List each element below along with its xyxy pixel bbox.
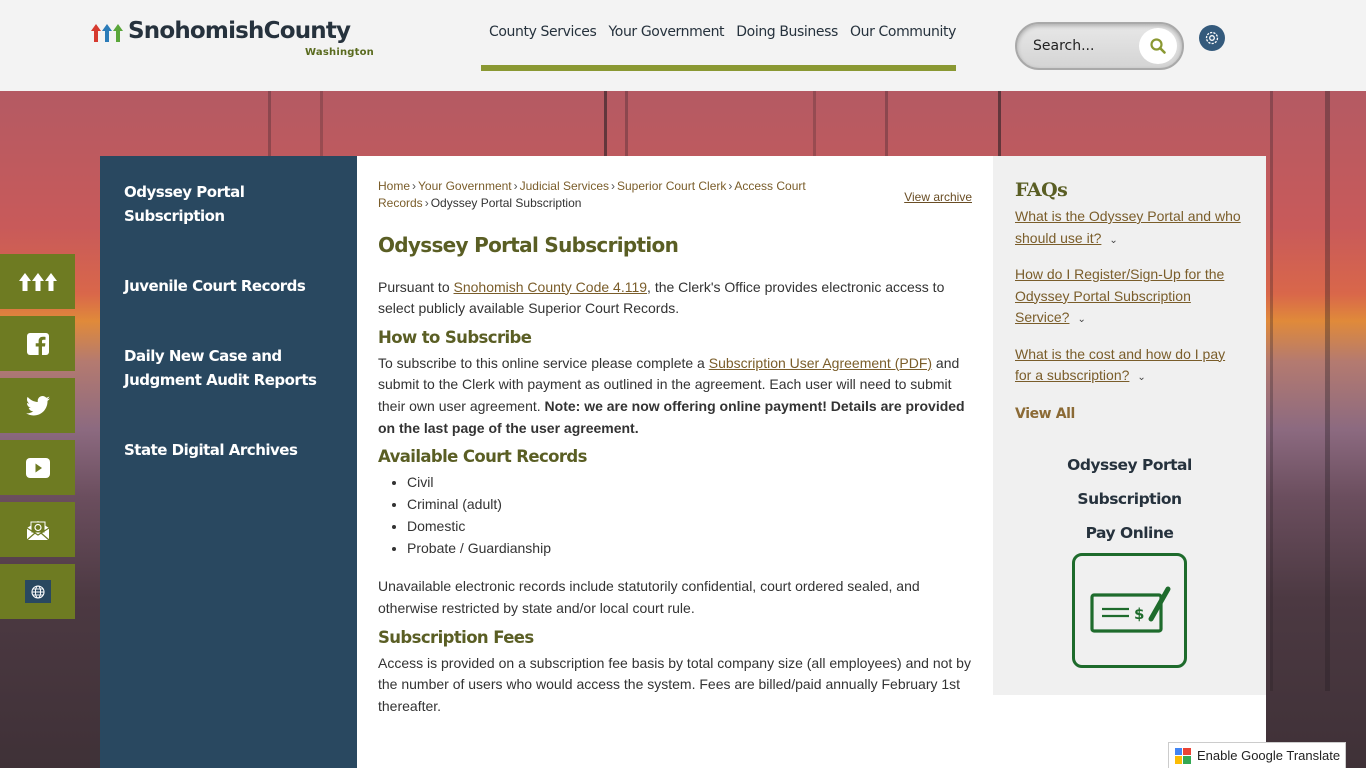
- breadcrumb-your-government[interactable]: Your Government: [418, 179, 512, 193]
- translate-link[interactable]: [0, 564, 75, 619]
- list-item: Domestic: [407, 516, 972, 538]
- nav-doing-business[interactable]: Doing Business: [728, 20, 838, 44]
- sidebar-item-state-digital-archives[interactable]: State Digital Archives: [124, 438, 337, 462]
- nav-our-community[interactable]: Our Community: [842, 20, 956, 44]
- section-heading-how-to-subscribe: How to Subscribe: [378, 327, 532, 347]
- facebook-link[interactable]: [0, 316, 75, 371]
- youtube-icon: [25, 457, 50, 478]
- faq-link-what-is-odyssey[interactable]: What is the Odyssey Portal and who shoul…: [1015, 208, 1241, 246]
- gear-icon: [1205, 31, 1219, 45]
- google-translate-label: Enable Google Translate: [1197, 748, 1341, 763]
- social-bar: [0, 254, 75, 626]
- svg-text:$: $: [1134, 605, 1144, 623]
- globe-icon: [30, 584, 45, 599]
- logo-text: SnohomishCounty: [128, 18, 351, 44]
- email-link[interactable]: [0, 502, 75, 557]
- county-logo[interactable]: SnohomishCounty Washington: [88, 18, 378, 62]
- search-button[interactable]: [1139, 28, 1177, 64]
- google-translate-icon: [1175, 747, 1191, 764]
- breadcrumb: Home › Your Government › Judicial Services › S…: [378, 178, 818, 212]
- banner-mast: [1325, 91, 1330, 691]
- sidebar-item-juvenile-court-records[interactable]: Juvenile Court Records: [124, 274, 337, 298]
- view-archive-link[interactable]: View archive: [904, 187, 972, 209]
- check-payment-icon: $: [1090, 586, 1171, 633]
- chevron-down-icon[interactable]: ⌄: [1109, 230, 1117, 252]
- breadcrumb-current: Odyssey Portal Subscription: [430, 196, 582, 210]
- unavailable-records-paragraph: Unavailable electronic records include s…: [378, 578, 920, 616]
- faq-list: What is the Odyssey Portal and who shoul…: [1015, 206, 1244, 389]
- faq-item: What is the cost and how do I pay for a …: [1015, 344, 1244, 389]
- user-agreement-pdf-link[interactable]: Subscription User Agreement (PDF): [709, 355, 932, 371]
- section-heading-subscription-fees: Subscription Fees: [378, 627, 534, 647]
- breadcrumb-separator: ›: [728, 179, 733, 193]
- intro-text: Pursuant to: [378, 278, 454, 295]
- section-heading-available-records: Available Court Records: [378, 447, 587, 467]
- breadcrumb-judicial-services[interactable]: Judicial Services: [520, 179, 609, 193]
- breadcrumb-home[interactable]: Home: [378, 179, 410, 193]
- county-code-link[interactable]: Snohomish County Code 4.119: [454, 279, 648, 295]
- facebook-icon: [26, 332, 49, 355]
- search-icon: [1150, 38, 1166, 54]
- settings-button[interactable]: [1199, 25, 1225, 51]
- logo-trees-icon: [91, 24, 123, 42]
- intro-paragraph: Pursuant to Snohomish County Code 4.119,…: [378, 277, 972, 320]
- breadcrumb-superior-court-clerk[interactable]: Superior Court Clerk: [617, 179, 726, 193]
- breadcrumb-separator: ›: [412, 179, 417, 193]
- faq-link-register[interactable]: How do I Register/Sign-Up for the Odysse…: [1015, 266, 1224, 325]
- search-input[interactable]: [1033, 36, 1133, 56]
- county-logo-icon: [18, 272, 57, 291]
- sidebar-item-odyssey-portal[interactable]: Odyssey Portal Subscription: [124, 180, 254, 228]
- list-item: Criminal (adult): [407, 494, 972, 516]
- pay-online-button[interactable]: $: [1072, 552, 1187, 668]
- nav-county-services[interactable]: County Services: [481, 20, 597, 44]
- subscription-fees-paragraph: Access is provided on a subscription fee…: [378, 654, 971, 714]
- faq-link-cost[interactable]: What is the cost and how do I pay for a …: [1015, 346, 1225, 384]
- section-sidebar: Odyssey Portal Subscription Juvenile Cou…: [100, 156, 357, 768]
- twitter-link[interactable]: [0, 378, 75, 433]
- twitter-icon: [25, 395, 50, 415]
- how-text: To subscribe to this online service plea…: [378, 354, 709, 371]
- globe-icon-box: [24, 580, 51, 603]
- chevron-down-icon[interactable]: ⌄: [1137, 367, 1145, 389]
- email-icon: [26, 520, 49, 540]
- available-records-list: Civil Criminal (adult) Domestic Probate …: [378, 472, 972, 559]
- breadcrumb-separator: ›: [424, 196, 429, 210]
- page-title: Odyssey Portal Subscription: [378, 233, 679, 257]
- search-box: [1015, 22, 1184, 70]
- chevron-down-icon[interactable]: ⌄: [1077, 309, 1085, 331]
- nav-your-government[interactable]: Your Government: [601, 20, 725, 44]
- youtube-link[interactable]: [0, 440, 75, 495]
- banner-mast: [1270, 91, 1273, 691]
- view-all-faqs-link[interactable]: View All: [1015, 406, 1244, 422]
- list-item: Probate / Guardianship: [407, 538, 972, 560]
- list-item: Civil: [407, 472, 972, 494]
- promo-subtitle: Pay Online: [1085, 523, 1174, 542]
- breadcrumb-separator: ›: [611, 179, 615, 193]
- promo-title: Odyssey Portal Subscription: [1067, 455, 1192, 508]
- breadcrumb-separator: ›: [513, 179, 518, 193]
- county-home-link[interactable]: [0, 254, 75, 309]
- faq-item: What is the Odyssey Portal and who shoul…: [1015, 206, 1244, 251]
- sidebar-item-daily-new-case[interactable]: Daily New Case and Judgment Audit Report…: [124, 344, 324, 392]
- main-nav: County Services Your Government Doing Bu…: [481, 20, 956, 71]
- faq-sidebar: FAQs What is the Odyssey Portal and who …: [993, 156, 1266, 695]
- main-content: Home › Your Government › Judicial Services › S…: [357, 156, 993, 768]
- site-header: SnohomishCounty Washington County Servic…: [0, 0, 1366, 91]
- faq-title: FAQs: [1015, 179, 1068, 201]
- how-to-subscribe-paragraph: To subscribe to this online service plea…: [378, 353, 972, 439]
- google-translate-button[interactable]: Enable Google Translate: [1168, 742, 1346, 768]
- logo-subtitle: Washington: [305, 47, 374, 58]
- faq-item: How do I Register/Sign-Up for the Odysse…: [1015, 264, 1244, 331]
